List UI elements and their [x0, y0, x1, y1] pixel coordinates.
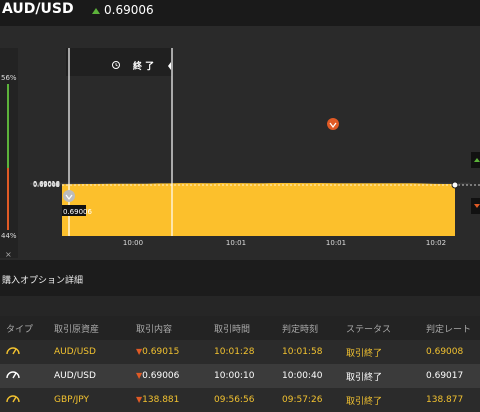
status-label: 終 了 [133, 60, 154, 72]
col-time: 取引時間 [214, 316, 282, 340]
cell-asset: AUD/USD [54, 340, 136, 364]
cell-status: 取引終了 [346, 388, 426, 412]
table-row[interactable]: AUD/USD ▼0.69015 10:01:28 10:01:58 取引終了 … [0, 340, 480, 364]
down-marker [327, 118, 339, 130]
section-title: 購入オプション詳細 [2, 276, 84, 286]
cell-time: 10:00:10 [214, 364, 282, 388]
sentiment-up-bar [7, 84, 9, 168]
cell-content: 0.69006 [142, 371, 180, 381]
price-area [62, 183, 455, 236]
cell-asset: GBP/JPY [54, 388, 136, 412]
price-chart[interactable]: 0.69018 0.69016 0.69014 0.69012 0.69010 0.690… [0, 26, 480, 260]
col-status: ステータス [346, 316, 426, 340]
col-asset: 取引原資産 [54, 316, 136, 340]
gauge-icon [6, 395, 20, 403]
sentiment-close-button[interactable]: × [5, 250, 12, 259]
table-header-row: タイプ 取引原資産 取引内容 取引時間 判定時刻 ステータス 判定レート [0, 316, 480, 340]
col-rate: 判定レート [426, 316, 480, 340]
tick-up-icon [92, 8, 100, 14]
x-tick-label: 10:01 [226, 239, 246, 247]
status-banner [66, 48, 172, 76]
gauge-icon [6, 347, 20, 355]
cell-content: 138.881 [142, 395, 180, 405]
sentiment-panel: 56% 44% × [0, 48, 18, 259]
col-content: 取引内容 [136, 316, 214, 340]
cell-time: 09:56:56 [214, 388, 282, 412]
section-header: 購入オプション詳細 [0, 260, 480, 296]
x-tick-label: 10:00 [123, 239, 143, 247]
cell-status: 取引終了 [346, 340, 426, 364]
section-spacer [0, 296, 480, 316]
x-tick-label: 10:02 [426, 239, 446, 247]
cell-asset: AUD/USD [54, 364, 136, 388]
cell-judge-time: 10:00:40 [282, 364, 346, 388]
cell-judge-time: 10:01:58 [282, 340, 346, 364]
current-price: 0.69006 [104, 3, 154, 17]
col-type: タイプ [0, 316, 54, 340]
cell-time: 10:01:28 [214, 340, 282, 364]
cell-status: 取引終了 [346, 364, 426, 388]
cell-judge-time: 09:57:26 [282, 388, 346, 412]
chart-svg: 0.690180.690160.690140.690120.690100.690… [0, 48, 480, 260]
cell-rate: 138.877 [426, 388, 480, 412]
current-price-dot [451, 181, 459, 189]
sentiment-up: 56% [1, 74, 17, 82]
cell-content: 0.69015 [142, 347, 180, 357]
gauge-icon [6, 371, 20, 379]
entry-marker [63, 190, 75, 202]
cell-rate: 0.69008 [426, 340, 480, 364]
sentiment-down: 44% [1, 232, 17, 240]
col-judge-time: 判定時刻 [282, 316, 346, 340]
x-tick-label: 10:01 [326, 239, 346, 247]
top-bar: AUD/USD 0.69006 [0, 0, 480, 26]
table-row[interactable]: GBP/JPY ▼138.881 09:56:56 09:57:26 取引終了 … [0, 388, 480, 412]
options-table: タイプ 取引原資産 取引内容 取引時間 判定時刻 ステータス 判定レート AUD… [0, 316, 480, 412]
y-tick-label: 0.69002 [33, 181, 60, 189]
pair-title: AUD/USD [2, 1, 74, 17]
table-row[interactable]: AUD/USD ▼0.69006 10:00:10 10:00:40 取引終了 … [0, 364, 480, 388]
cell-rate: 0.69017 [426, 364, 480, 388]
current-price-label: 0.69006 [63, 208, 92, 216]
sentiment-down-bar [7, 168, 9, 230]
